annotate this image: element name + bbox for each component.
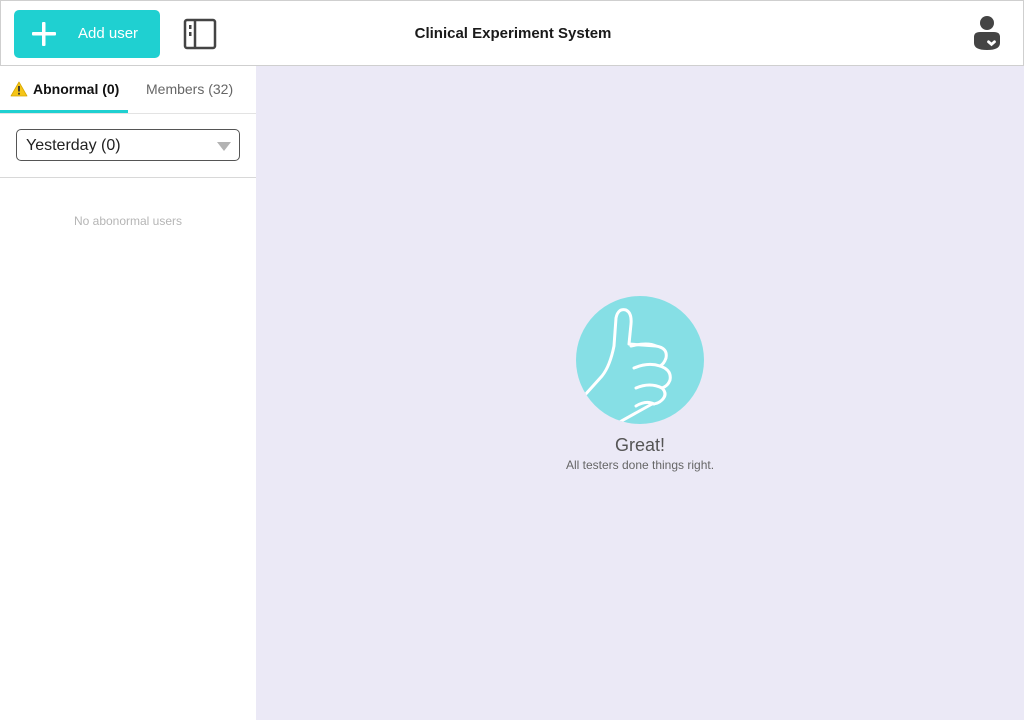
filter-divider (0, 177, 256, 178)
empty-list-message: No abonormal users (73, 214, 183, 228)
success-headline: Great! (614, 435, 666, 455)
add-user-button[interactable]: Add user (14, 10, 160, 58)
tab-members[interactable]: Members (32) (128, 66, 256, 113)
success-message: All testers done things right. (565, 458, 715, 472)
tab-divider (0, 113, 256, 114)
main-content: Great! All testers done things right. (256, 66, 1024, 720)
user-avatar-icon[interactable] (971, 15, 1003, 53)
tab-members-label: Members (32) (146, 81, 234, 97)
tab-abnormal[interactable]: Abnormal (0) (0, 66, 128, 113)
sidebar: Abnormal (0) Members (32) Yesterday (0) … (0, 66, 256, 720)
top-bar: Add user Clinical Experiment System (0, 0, 1024, 66)
sidebar-toggle-icon[interactable] (183, 18, 217, 50)
plus-icon (32, 22, 56, 46)
date-filter-select[interactable]: Yesterday (0) (16, 129, 240, 161)
chevron-down-icon (217, 142, 231, 151)
add-user-label: Add user (78, 25, 139, 42)
date-filter-value: Yesterday (0) (26, 137, 121, 154)
thumbs-up-icon (576, 296, 704, 424)
warning-icon (10, 81, 28, 97)
tab-abnormal-label: Abnormal (0) (33, 81, 120, 97)
